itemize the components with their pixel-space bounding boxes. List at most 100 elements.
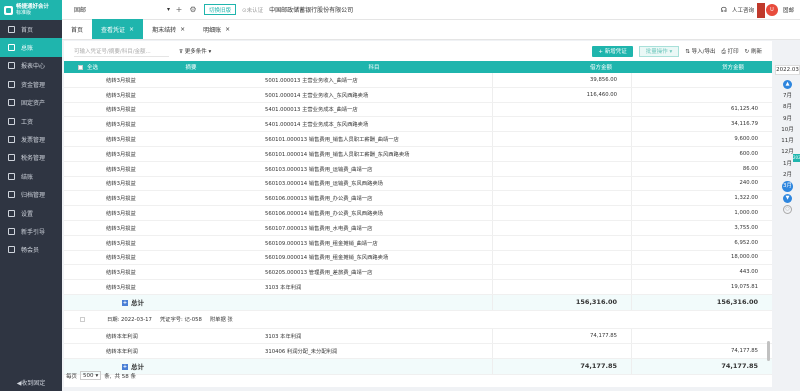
batch-operation-button[interactable]: 批量操作 ▾ bbox=[638, 45, 680, 57]
sidebar-item-funds[interactable]: 资金管理 bbox=[0, 75, 62, 93]
sidebar-item-member[interactable]: 畅会员 bbox=[0, 241, 62, 259]
new-voucher-button[interactable]: + 新增凭证 bbox=[592, 45, 633, 57]
user-name[interactable]: 固邮 bbox=[783, 6, 794, 14]
total-credit: 156,316.00 bbox=[716, 298, 758, 307]
add-icon[interactable]: + bbox=[172, 5, 186, 14]
close-icon[interactable]: × bbox=[180, 26, 185, 33]
gear-icon[interactable]: ⚙ bbox=[186, 5, 200, 14]
row-debit: 39,856.00 bbox=[492, 73, 632, 87]
select-all-checkbox[interactable] bbox=[78, 64, 83, 70]
row-subject: 560109.000013 销售费用_租金摊销_曲靖一店 bbox=[265, 240, 378, 247]
row-debit bbox=[492, 206, 632, 220]
tab-view-voucher[interactable]: 查看凭证 × bbox=[92, 19, 144, 39]
sidebar-item-reports[interactable]: 报表中心 bbox=[0, 57, 62, 75]
table-row[interactable]: 结转3月损益 560103.000013 销售费用_运输费_曲靖一店 86.00 bbox=[64, 161, 772, 177]
close-icon[interactable]: × bbox=[129, 26, 134, 33]
sidebar-item-tax[interactable]: 税务管理 bbox=[0, 149, 62, 167]
tab-home[interactable]: 首页 bbox=[62, 19, 92, 39]
sidebar-item-assets[interactable]: 固定资产 bbox=[0, 94, 62, 112]
vertical-scrollbar[interactable] bbox=[767, 341, 770, 361]
import-export-button[interactable]: ⇅ 导入/导出 bbox=[685, 47, 715, 55]
row-subject: 560107.000013 销售费用_水电费_曲靖一店 bbox=[265, 225, 373, 232]
avatar[interactable]: U bbox=[765, 3, 778, 16]
tab-label: 期末结转 bbox=[152, 26, 177, 34]
plus-icon[interactable]: + bbox=[122, 300, 128, 307]
table-row[interactable]: 结转3月损益 560101.000013 销售费用_销售人员职工薪酬_曲靖一店 9,… bbox=[64, 132, 772, 147]
arrow-up-icon[interactable]: ▲ bbox=[783, 80, 792, 89]
timeline-month-current[interactable]: 3月 bbox=[775, 181, 800, 193]
table-row[interactable]: 结转3月损益 560106.000013 销售费用_办公费_曲靖一店 1,322.0… bbox=[64, 191, 772, 207]
voucher-number[interactable]: 凭证字号: 记-058 bbox=[160, 315, 202, 323]
account-set-select[interactable]: 固邮 ▾ bbox=[72, 4, 172, 16]
voucher-checkbox[interactable] bbox=[80, 316, 85, 322]
row-credit: 9,600.00 bbox=[734, 136, 758, 143]
current-period[interactable]: 2022.03 bbox=[775, 65, 800, 75]
close-icon[interactable]: × bbox=[225, 26, 230, 33]
refresh-button[interactable]: ↻ 刷新 bbox=[745, 47, 762, 55]
sidebar-item-home[interactable]: 首页 bbox=[0, 20, 62, 38]
timeline-month[interactable]: 2月 bbox=[775, 170, 800, 181]
column-subject: 科目 bbox=[368, 65, 380, 71]
timeline-month[interactable]: 8月 bbox=[775, 102, 800, 113]
page-size-select[interactable]: 500 ▾ bbox=[80, 371, 102, 380]
timeline-month[interactable]: 7月 bbox=[775, 91, 800, 102]
row-subject: 5001.000014 主营业务收入_东风西路卖场 bbox=[265, 92, 369, 99]
row-subject: 5401.000014 主营业务成本_东风西路卖场 bbox=[265, 122, 369, 129]
row-credit: 6,952.00 bbox=[734, 239, 758, 246]
timeline-month-jan[interactable]: 1月 2022 bbox=[775, 153, 800, 170]
sidebar-item-label: 归档管理 bbox=[21, 192, 46, 200]
row-debit bbox=[492, 132, 632, 146]
table-row[interactable]: 结转3月损益 5401.000014 主营业务成本_东风西路卖场 34,116.79 bbox=[64, 117, 772, 133]
page-size-label: 每页 bbox=[66, 373, 78, 380]
sidebar-item-closing[interactable]: 结账 bbox=[0, 167, 62, 185]
customer-service-link[interactable]: 人工咨询 bbox=[732, 6, 754, 14]
sidebar-item-invoice[interactable]: 发票管理 bbox=[0, 130, 62, 148]
column-debit: 借方金额 bbox=[589, 65, 612, 71]
row-credit: 74,177.85 bbox=[731, 347, 758, 354]
timeline-month[interactable]: 11月 bbox=[775, 136, 800, 147]
voucher-header: 日期: 2022-03-17 凭证字号: 记-058 附单据 张 bbox=[64, 311, 772, 329]
more-filter-button[interactable]: ⊽ 更多条件 ▾ bbox=[179, 47, 211, 55]
table-row[interactable]: 结转3月损益 5001.000014 主营业务收入_东风西路卖场 116,460.0… bbox=[64, 87, 772, 103]
row-subject: 5401.000013 主营业务成本_曲靖一店 bbox=[265, 107, 358, 114]
row-debit bbox=[492, 220, 632, 235]
print-button[interactable]: ⎙ 打印 bbox=[721, 47, 738, 56]
table-row[interactable]: 结转3月损益 560205.000013 管理费用_差旅费_曲靖一店 443.00 bbox=[64, 265, 772, 281]
search-input[interactable]: 可输入凭证号/摘要/科目/金额... bbox=[74, 46, 169, 57]
table-row[interactable]: 结转3月损益 560106.000014 销售费用_办公费_东风西路卖场 1,000… bbox=[64, 206, 772, 221]
timeline-month[interactable]: 10月 bbox=[775, 125, 800, 136]
collapse-sidebar-button[interactable]: ◀收到固定 bbox=[0, 378, 62, 387]
table-row[interactable]: 结转3月损益 5401.000013 主营业务成本_曲靖一店 61,125.40 bbox=[64, 102, 772, 118]
brand-logo[interactable]: 畅捷通好会计 标准版 bbox=[0, 0, 62, 20]
voucher-total-row: + 总计 156,316.00 156,316.00 bbox=[64, 294, 772, 311]
sidebar-item-archive[interactable]: 归档管理 bbox=[0, 186, 62, 204]
arrow-down-icon[interactable]: ▼ bbox=[783, 193, 792, 203]
table-row[interactable]: 结转3月损益 560101.000014 销售费用_销售人员职工薪酬_东风西路卖场… bbox=[64, 146, 772, 162]
more-icon[interactable]: ○ bbox=[783, 204, 792, 214]
table-row[interactable]: 结转3月损益 3103 本年利润 19,075.81 bbox=[64, 280, 772, 295]
switch-old-version-button[interactable]: 切换旧版 bbox=[204, 4, 237, 15]
row-subject: 560106.000013 销售费用_办公费_曲靖一店 bbox=[265, 196, 373, 203]
sidebar-item-guide[interactable]: 新手引导 bbox=[0, 222, 62, 240]
timeline-month[interactable]: 9月 bbox=[775, 114, 800, 125]
brand-edition: 标准版 bbox=[16, 10, 32, 16]
sidebar-item-settings[interactable]: 设置 bbox=[0, 204, 62, 222]
table-row[interactable]: 结转3月损益 560107.000013 销售费用_水电费_曲靖一店 3,755.0… bbox=[64, 220, 772, 236]
plus-icon[interactable]: + bbox=[122, 364, 128, 371]
tab-period-end[interactable]: 期末结转 × bbox=[143, 19, 194, 39]
sidebar-item-salary[interactable]: 工资 bbox=[0, 112, 62, 130]
sidebar-item-ledger[interactable]: 总账 bbox=[0, 38, 62, 57]
table-row[interactable]: 结转本年利润 310406 利润分配_未分配利润 74,177.85 bbox=[64, 343, 772, 359]
row-debit bbox=[492, 117, 632, 132]
table-row[interactable]: 结转3月损益 560109.000014 销售费用_租金摊销_东风西路卖场 18,0… bbox=[64, 250, 772, 266]
table-row[interactable]: 结转3月损益 560103.000014 销售费用_运输费_东风西路卖场 240.0… bbox=[64, 176, 772, 192]
table-row[interactable]: 结转3月损益 5001.000013 主营业务收入_曲靖一店 39,856.00 bbox=[64, 73, 772, 88]
tab-detail-ledger[interactable]: 明细账 × bbox=[194, 19, 239, 39]
table-row[interactable]: 结转3月损益 560109.000013 销售费用_租金摊销_曲靖一店 6,952.… bbox=[64, 235, 772, 251]
chevron-down-icon: ▾ bbox=[166, 6, 170, 13]
row-credit: 443.00 bbox=[739, 269, 758, 276]
total-credit: 74,177.85 bbox=[721, 362, 758, 371]
sidebar-item-label: 发票管理 bbox=[21, 137, 46, 145]
table-row[interactable]: 结转本年利润 3103 本年利润 74,177.85 bbox=[64, 328, 772, 344]
verification-status[interactable]: ⊙未认证 bbox=[242, 6, 263, 14]
